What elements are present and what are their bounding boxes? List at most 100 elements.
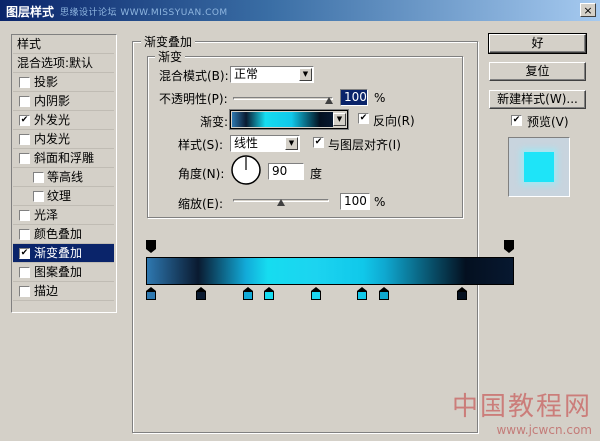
gradient-bar[interactable] [146, 257, 514, 285]
sidebar-item[interactable]: 斜面和浮雕 [13, 149, 114, 168]
sidebar-item[interactable]: 图案叠加 [13, 263, 114, 282]
style-checkbox[interactable] [19, 134, 30, 145]
opacity-input[interactable]: 100 [340, 89, 368, 106]
sidebar-item[interactable]: 等高线 [13, 168, 114, 187]
opacity-label: 不透明性(P): [159, 92, 228, 106]
sidebar-item-label: 颜色叠加 [34, 227, 83, 241]
chevron-down-icon: ▼ [285, 137, 298, 150]
style-checkbox[interactable] [19, 229, 30, 240]
opacity-slider-thumb[interactable] [325, 97, 333, 106]
close-icon: × [583, 4, 593, 17]
style-checkbox[interactable] [19, 96, 30, 107]
sidebar-item-label: 内阴影 [34, 94, 71, 108]
style-checkbox[interactable]: ✔ [19, 115, 30, 126]
color-stop[interactable] [146, 287, 156, 300]
check-icon: ✔ [359, 113, 368, 123]
blend-mode-select[interactable]: 正常 ▼ [230, 66, 314, 83]
style-checkbox[interactable] [19, 153, 30, 164]
logo-name: 中国教程网 [451, 392, 592, 422]
opacity-slider-track[interactable] [233, 97, 333, 100]
gradient-label: 渐变: [200, 115, 229, 129]
blending-options-label: 混合选项:默认 [17, 56, 94, 70]
scale-label: 缩放(E): [178, 197, 223, 211]
sidebar-item[interactable]: 颜色叠加 [13, 225, 114, 244]
sidebar-item[interactable]: ✔ 外发光 [13, 111, 114, 130]
preview-thumbnail [524, 152, 554, 182]
style-checkbox[interactable]: ✔ [19, 248, 30, 259]
check-icon: ✔ [512, 115, 521, 125]
reverse-checkbox[interactable]: ✔ [358, 113, 369, 124]
sidebar-item[interactable]: 内阴影 [13, 92, 114, 111]
style-checkbox[interactable] [33, 191, 44, 202]
opacity-stop[interactable] [146, 240, 156, 254]
sidebar-item-label: 斜面和浮雕 [34, 151, 95, 165]
sidebar-item-label: 外发光 [34, 113, 71, 127]
angle-dial[interactable] [230, 154, 262, 186]
style-preview [508, 137, 570, 197]
sidebar-item[interactable]: 光泽 [13, 206, 114, 225]
style-value: 线性 [234, 136, 259, 150]
style-checkbox[interactable] [33, 172, 44, 183]
sidebar-item-label: 投影 [34, 75, 59, 89]
angle-input[interactable]: 90 [268, 163, 304, 180]
title-bar[interactable]: 图层样式 思缘设计论坛 WWW.MISSYUAN.COM × [0, 0, 600, 21]
chevron-down-icon: ▼ [299, 68, 312, 81]
angle-unit: 度 [310, 167, 323, 181]
sidebar-item-label: 渐变叠加 [34, 246, 83, 260]
style-checkbox[interactable] [19, 77, 30, 88]
chevron-down-icon[interactable]: ▼ [333, 113, 346, 126]
style-checkbox[interactable] [19, 286, 30, 297]
style-label: 样式(S): [178, 138, 224, 152]
site-logo: 中国教程网 www.jcwcn.com [452, 386, 592, 437]
check-icon: ✔ [314, 137, 323, 147]
preview-label: 预览(V) [527, 115, 569, 129]
scale-slider-thumb[interactable] [277, 199, 285, 208]
watermark-text: 思缘设计论坛 WWW.MISSYUAN.COM [60, 8, 228, 18]
blend-mode-label: 混合模式(B): [159, 69, 229, 83]
align-label: 与图层对齐(I) [328, 138, 401, 152]
close-button[interactable]: × [580, 3, 596, 17]
angle-label: 角度(N): [178, 167, 225, 181]
style-select[interactable]: 线性 ▼ [230, 135, 300, 152]
opacity-percent: % [374, 91, 386, 105]
logo-url: www.jcwcn.com [496, 423, 592, 437]
color-stop[interactable] [310, 287, 321, 300]
opacity-stop[interactable] [504, 240, 514, 254]
color-stop[interactable] [264, 287, 275, 300]
style-checkbox[interactable] [19, 210, 30, 221]
color-stop[interactable] [196, 287, 207, 300]
sidebar-item-label: 内发光 [34, 132, 71, 146]
blending-options-item[interactable]: 混合选项:默认 [13, 54, 114, 73]
style-checkbox[interactable] [19, 267, 30, 278]
color-stop[interactable] [242, 287, 253, 300]
sidebar-item[interactable]: 投影 [13, 73, 114, 92]
color-stop[interactable] [457, 287, 468, 300]
ok-button[interactable]: 好 [488, 33, 587, 54]
styles-header[interactable]: 样式 [13, 35, 114, 54]
sidebar-item[interactable]: 纹理 [13, 187, 114, 206]
sidebar-item-label: 等高线 [47, 170, 84, 184]
color-stop[interactable] [357, 287, 368, 300]
reverse-label: 反向(R) [373, 114, 415, 128]
sidebar-item[interactable]: ✔ 渐变叠加 [13, 244, 114, 263]
angle-dial-icon [231, 155, 261, 185]
blend-mode-value: 正常 [234, 67, 259, 81]
sidebar-item-label: 描边 [34, 284, 59, 298]
align-checkbox[interactable]: ✔ [313, 137, 324, 148]
scale-percent: % [374, 195, 386, 209]
styles-header-label: 样式 [17, 37, 42, 51]
sidebar-item[interactable]: 描边 [13, 282, 114, 301]
sidebar-item[interactable]: 内发光 [13, 130, 114, 149]
sidebar-item-label: 纹理 [47, 189, 72, 203]
style-list: 样式 混合选项:默认 投影内阴影 ✔ 外发光内发光斜面和浮雕等高线纹理光泽颜色叠加 ✔… [11, 34, 117, 313]
scale-input[interactable]: 100 [340, 193, 370, 210]
window-title: 图层样式 [6, 5, 55, 19]
color-stop[interactable] [378, 287, 389, 300]
new-style-button[interactable]: 新建样式(W)... [489, 90, 586, 109]
preview-checkbox[interactable]: ✔ [511, 115, 522, 126]
reset-button[interactable]: 复位 [489, 62, 586, 81]
gradient-picker[interactable]: ▼ [229, 109, 349, 130]
subgroup-title: 渐变 [155, 48, 186, 65]
sidebar-item-label: 图案叠加 [34, 265, 83, 279]
gradient-preview [232, 112, 333, 127]
